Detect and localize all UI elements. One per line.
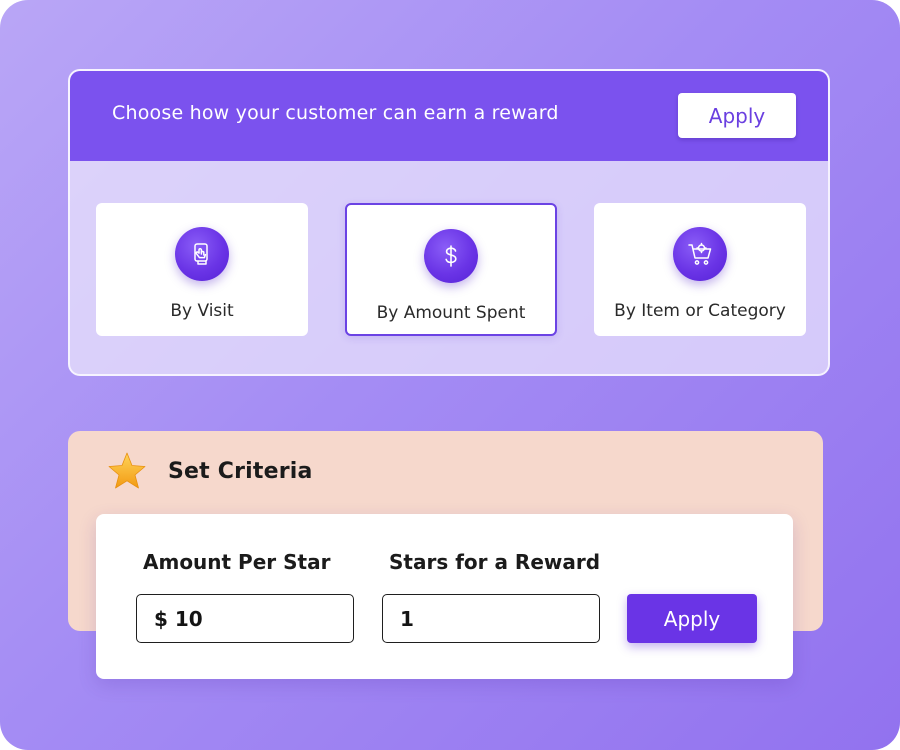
criteria-title: Set Criteria [168,459,313,484]
option-label-by-visit: By Visit [170,301,234,321]
amount-per-star-label: Amount Per Star [143,550,331,574]
option-card-by-visit[interactable]: By Visit [96,203,308,336]
stars-for-reward-input[interactable]: 1 [382,594,600,643]
apply-criteria-button[interactable]: Apply [627,594,757,643]
dollar-icon [424,229,478,283]
canvas-background: Choose how your customer can earn a rewa… [0,0,900,750]
apply-button-top[interactable]: Apply [678,93,796,138]
star-icon [105,450,149,492]
option-label-by-amount-spent: By Amount Spent [376,303,526,323]
option-label-by-item-or-category: By Item or Category [614,301,786,321]
criteria-form-card: Amount Per Star Stars for a Reward $ 10 … [96,514,793,679]
panel-header-title: Choose how your customer can earn a rewa… [112,102,559,124]
shopping-cart-icon [673,227,727,281]
panel-header: Choose how your customer can earn a rewa… [70,71,828,161]
stars-for-reward-label: Stars for a Reward [389,550,601,574]
amount-per-star-input[interactable]: $ 10 [136,594,354,643]
option-card-by-item-or-category[interactable]: By Item or Category [594,203,806,336]
reward-method-panel: Choose how your customer can earn a rewa… [68,69,830,376]
option-card-by-amount-spent[interactable]: By Amount Spent [345,203,557,336]
phone-tap-icon [175,227,229,281]
